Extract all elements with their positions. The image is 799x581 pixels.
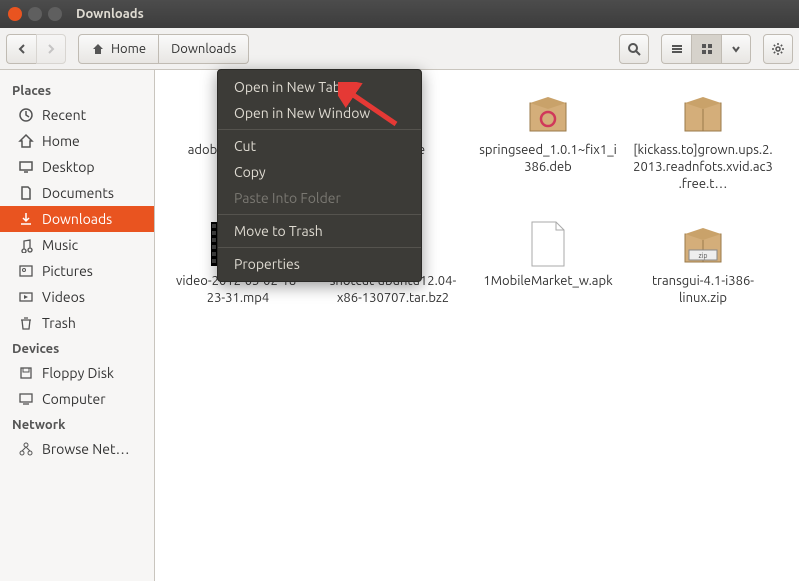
settings-button[interactable] [763,34,793,64]
context-open-new-tab[interactable]: Open in New Tab [218,74,421,100]
music-icon [18,237,34,253]
forward-button[interactable] [36,34,66,64]
file-label: 1MobileMarket_w.apk [483,273,612,290]
sidebar-item-videos[interactable]: Videos [0,284,154,310]
sidebar-item-music[interactable]: Music [0,232,154,258]
sidebar-item-label: Desktop [42,159,95,175]
sidebar-item-label: Trash [42,315,76,331]
pictures-icon [18,263,34,279]
file-label: springseed_1.0.1~fix1_i386.deb [478,142,618,176]
document-icon [18,185,34,201]
breadcrumb-home[interactable]: Home [78,34,159,64]
sidebar-item-label: Downloads [42,211,112,227]
home-icon [18,133,34,149]
computer-icon [18,391,34,407]
sidebar-item-floppy[interactable]: Floppy Disk [0,360,154,386]
network-icon [18,441,34,457]
chevron-down-icon [731,44,741,54]
breadcrumb-current[interactable]: Downloads [159,34,249,64]
file-label: [kickass.to]grown.ups.2.2013.readnfots.x… [633,142,773,193]
minimize-icon[interactable] [28,7,42,21]
file-label: transgui-4.1-i386-linux.zip [633,273,773,307]
sidebar: Places Recent Home Desktop Documents Dow… [0,70,155,581]
sidebar-item-label: Home [42,133,80,149]
maximize-icon[interactable] [48,7,62,21]
gear-icon [771,42,785,56]
sidebar-item-browse-network[interactable]: Browse Net… [0,436,154,462]
desktop-icon [18,159,34,175]
context-open-new-window[interactable]: Open in New Window [218,100,421,126]
trash-icon [18,315,34,331]
sidebar-item-downloads[interactable]: Downloads [0,206,154,232]
toolbar: Home Downloads [0,28,799,70]
sidebar-item-label: Pictures [42,263,93,279]
view-dropdown-button[interactable] [721,34,751,64]
sidebar-item-label: Music [42,237,78,253]
list-view-button[interactable] [661,34,691,64]
places-header: Places [0,78,154,102]
context-menu: Open in New Tab Open in New Window Cut C… [217,69,422,282]
sidebar-item-documents[interactable]: Documents [0,180,154,206]
window-controls [8,7,62,21]
icon-view-button[interactable] [691,34,721,64]
deb-icon [518,88,578,138]
download-icon [18,211,34,227]
sidebar-item-label: Browse Net… [42,441,130,457]
sidebar-item-label: Videos [42,289,85,305]
close-icon[interactable] [8,7,22,21]
context-separator [218,247,421,248]
sidebar-item-pictures[interactable]: Pictures [0,258,154,284]
search-button[interactable] [619,34,649,64]
sidebar-item-recent[interactable]: Recent [0,102,154,128]
context-paste-into-folder: Paste Into Folder [218,185,421,211]
view-mode-group [661,34,751,64]
sidebar-item-label: Documents [42,185,114,201]
sidebar-item-trash[interactable]: Trash [0,310,154,336]
file-item[interactable]: [kickass.to]grown.ups.2.2013.readnfots.x… [628,84,778,197]
context-separator [218,129,421,130]
context-cut[interactable]: Cut [218,133,421,159]
context-properties[interactable]: Properties [218,251,421,277]
floppy-icon [18,365,34,381]
window-title: Downloads [76,7,144,21]
nav-group [6,34,66,64]
breadcrumb: Home Downloads [78,34,249,64]
sidebar-item-desktop[interactable]: Desktop [0,154,154,180]
sidebar-item-home[interactable]: Home [0,128,154,154]
context-separator [218,214,421,215]
list-icon [670,42,684,56]
video-icon [18,289,34,305]
sidebar-item-label: Floppy Disk [42,365,114,381]
back-button[interactable] [6,34,36,64]
zip-icon: zip [673,219,733,269]
search-icon [627,42,641,56]
context-copy[interactable]: Copy [218,159,421,185]
clock-icon [18,107,34,123]
context-move-to-trash[interactable]: Move to Trash [218,218,421,244]
sidebar-item-computer[interactable]: Computer [0,386,154,412]
archive-icon [673,88,733,138]
sidebar-item-label: Computer [42,391,106,407]
devices-header: Devices [0,336,154,360]
file-item[interactable]: zip transgui-4.1-i386-linux.zip [628,215,778,311]
file-item[interactable]: springseed_1.0.1~fix1_i386.deb [473,84,623,197]
network-header: Network [0,412,154,436]
file-icon [518,219,578,269]
svg-text:zip: zip [698,252,707,260]
sidebar-item-label: Recent [42,107,86,123]
grid-icon [700,42,714,56]
file-item[interactable]: 1MobileMarket_w.apk [473,215,623,311]
titlebar: Downloads [0,0,799,28]
home-icon [91,42,105,56]
